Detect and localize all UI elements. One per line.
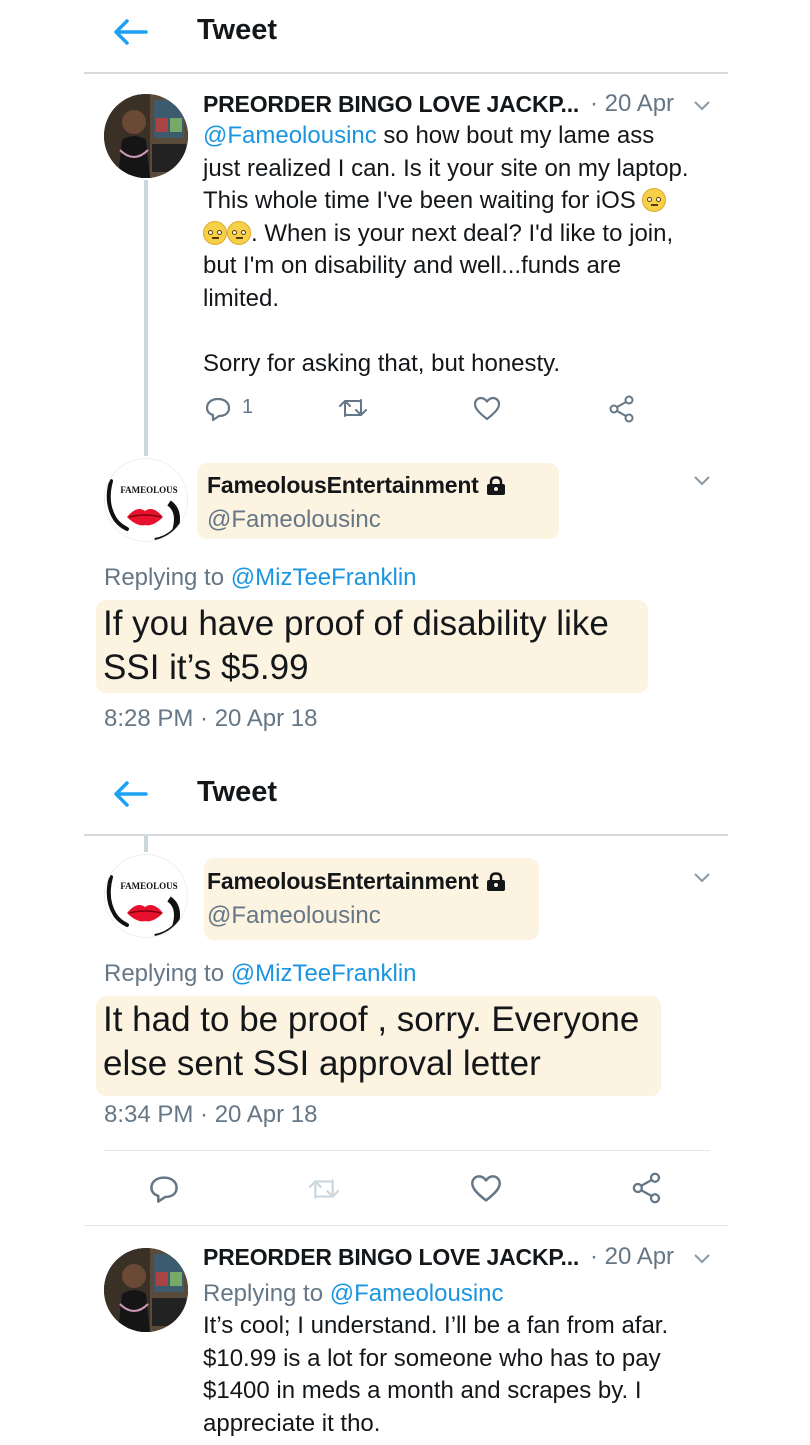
- timestamp: 8:28 PM · 20 Apr 18: [104, 705, 318, 732]
- eye-roll-emoji-icon: [203, 220, 227, 245]
- mention-link[interactable]: @Fameolousinc: [330, 1280, 504, 1307]
- page-title: Tweet: [197, 776, 278, 808]
- author-name[interactable]: FameolousEntertainment: [207, 868, 507, 895]
- text-line: This whole time I've been waiting for iO…: [203, 187, 636, 214]
- divider: [84, 834, 728, 836]
- text-line: Sorry for asking that, but honesty.: [203, 349, 561, 377]
- chevron-down-icon[interactable]: [693, 100, 711, 112]
- replying-prefix: Replying to: [104, 564, 231, 591]
- reply-icon[interactable]: [204, 396, 232, 422]
- author-name[interactable]: PREORDER BINGO LOVE JACKP...: [203, 1244, 579, 1271]
- mention-link[interactable]: @Fameolousinc: [203, 122, 377, 149]
- divider: [104, 1150, 710, 1151]
- text-line: appreciate it tho.: [203, 1409, 381, 1437]
- text-line: limited.: [203, 284, 280, 312]
- like-icon[interactable]: [470, 1174, 502, 1204]
- text-line: If you have proof of disability like: [103, 604, 609, 643]
- avatar[interactable]: FAMEOLOUS: [104, 458, 188, 542]
- eye-roll-emoji-icon: [227, 220, 251, 245]
- timestamp: 8:34 PM · 20 Apr 18: [104, 1101, 318, 1128]
- chevron-down-icon[interactable]: [693, 1253, 711, 1265]
- avatar[interactable]: [104, 1248, 188, 1332]
- mention-link[interactable]: @MizTeeFranklin: [231, 960, 417, 987]
- mention-link[interactable]: @MizTeeFranklin: [231, 564, 417, 591]
- author-name-text: FameolousEntertainment: [207, 868, 479, 894]
- text-line: just realized I can. Is it your site on …: [203, 154, 689, 182]
- tweet-date: · 20 Apr: [590, 90, 675, 117]
- retweet-icon[interactable]: [337, 396, 369, 420]
- thread-line: [144, 180, 148, 456]
- chevron-down-icon[interactable]: [693, 475, 711, 487]
- replying-to: Replying to @MizTeeFranklin: [104, 564, 417, 592]
- reply-icon[interactable]: [148, 1174, 180, 1204]
- divider: [84, 1225, 728, 1226]
- back-arrow-icon[interactable]: [112, 18, 148, 46]
- avatar-photo: [104, 1248, 188, 1332]
- text-line: else sent SSI approval letter: [103, 1044, 541, 1083]
- author-name[interactable]: FameolousEntertainment: [207, 472, 507, 499]
- author-handle[interactable]: @Fameolousinc: [207, 902, 381, 930]
- replying-prefix: Replying to: [104, 960, 231, 987]
- text-line: It’s cool; I understand. I’ll be a fan f…: [203, 1312, 669, 1339]
- page-title: Tweet: [197, 14, 278, 46]
- text-line: so how bout my lame ass: [376, 122, 655, 149]
- tweet-text: It’s cool; I understand. I’ll be a fan f…: [203, 1310, 743, 1440]
- lock-icon: [486, 476, 505, 495]
- tweet-text: It had to be proof , sorry. Everyone els…: [103, 998, 639, 1086]
- like-icon[interactable]: [473, 396, 501, 422]
- share-icon[interactable]: [632, 1172, 662, 1204]
- thread-line: [144, 836, 148, 852]
- replying-to: Replying to @MizTeeFranklin: [104, 960, 417, 988]
- retweet-icon[interactable]: [306, 1176, 342, 1202]
- brand-text: FAMEOLOUS: [120, 881, 177, 891]
- tweet-text: If you have proof of disability like SSI…: [103, 602, 609, 690]
- tweet-text: @Fameolousinc so how bout my lame ass ju…: [203, 120, 723, 380]
- tweet-date: · 20 Apr: [590, 1243, 675, 1270]
- back-arrow-icon[interactable]: [112, 780, 148, 808]
- avatar[interactable]: [104, 94, 188, 178]
- reply-count: 1: [242, 396, 254, 418]
- eye-roll-emoji-icon: [642, 188, 667, 212]
- text-line: It had to be proof , sorry. Everyone: [103, 1000, 640, 1039]
- replying-prefix: Replying to: [203, 1280, 330, 1307]
- text-line: . When is your next deal? I'd like to jo…: [251, 219, 674, 247]
- lock-icon: [486, 872, 505, 891]
- text-line: but I'm on disability and well...funds a…: [203, 252, 622, 279]
- avatar[interactable]: FAMEOLOUS: [104, 854, 188, 938]
- replying-to: Replying to @Fameolousinc: [203, 1280, 504, 1308]
- text-line: $1400 in meds a month and scrapes by. I: [203, 1377, 642, 1404]
- avatar-photo: [104, 94, 188, 178]
- brand-logo: FAMEOLOUS: [105, 459, 187, 541]
- brand-text: FAMEOLOUS: [120, 485, 177, 495]
- brand-logo: FAMEOLOUS: [105, 855, 187, 937]
- chevron-down-icon[interactable]: [693, 872, 711, 884]
- author-handle[interactable]: @Fameolousinc: [207, 506, 381, 534]
- share-icon[interactable]: [609, 395, 635, 423]
- text-line: $10.99 is a lot for someone who has to p…: [203, 1344, 661, 1372]
- header-bar: Tweet: [0, 0, 810, 66]
- author-name-text: FameolousEntertainment: [207, 472, 479, 498]
- divider: [84, 72, 728, 74]
- text-line: SSI it’s $5.99: [103, 648, 309, 687]
- author-name[interactable]: PREORDER BINGO LOVE JACKP...: [203, 91, 579, 118]
